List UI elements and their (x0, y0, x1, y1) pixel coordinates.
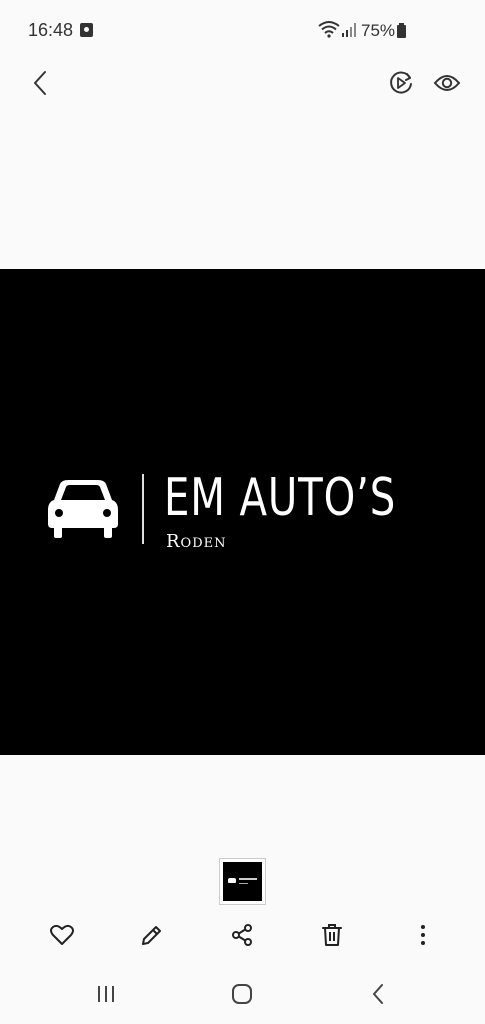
recents-icon (98, 986, 114, 1002)
battery-icon (397, 23, 406, 38)
thumbnail-title-mark (239, 878, 257, 880)
logo-subtitle: Roden (166, 531, 227, 552)
heart-icon (50, 924, 74, 945)
logo-divider (142, 474, 144, 544)
pencil-icon (142, 926, 161, 945)
wifi-icon (318, 21, 340, 38)
photo-thumbnail[interactable] (219, 858, 266, 905)
recents-button[interactable] (86, 976, 126, 1012)
home-button[interactable] (222, 976, 262, 1012)
chevron-left-icon (34, 71, 46, 95)
back-icon (373, 984, 383, 1004)
motion-photo-button[interactable] (384, 66, 418, 100)
share-button[interactable] (224, 917, 260, 953)
thumbnail-preview (223, 862, 262, 901)
home-icon (232, 984, 252, 1004)
status-bar: 16:48 75% (0, 0, 485, 60)
view-button[interactable] (430, 66, 464, 100)
system-back-button[interactable] (358, 976, 398, 1012)
edit-button[interactable] (134, 917, 170, 953)
more-vertical-icon (421, 925, 425, 945)
trash-icon (322, 924, 342, 946)
status-time: 16:48 (28, 20, 74, 40)
thumbnail-subtitle-mark (239, 883, 248, 884)
delete-button[interactable] (314, 917, 350, 953)
favorite-button[interactable] (44, 917, 80, 953)
battery-percent: 75% (361, 21, 396, 40)
motion-photo-icon (390, 71, 412, 94)
back-button[interactable] (22, 64, 58, 102)
car-icon (48, 480, 118, 538)
notification-app-icon (80, 23, 93, 37)
thumbnail-car-icon (228, 878, 236, 883)
more-options-button[interactable] (405, 917, 441, 953)
eye-icon (433, 75, 461, 91)
signal-icon (342, 23, 356, 37)
share-icon (232, 924, 252, 946)
logo-title: EM AUTO’S (164, 468, 397, 528)
gallery-viewer: 16:48 75% EM AUTO’S Roden (0, 0, 485, 1024)
